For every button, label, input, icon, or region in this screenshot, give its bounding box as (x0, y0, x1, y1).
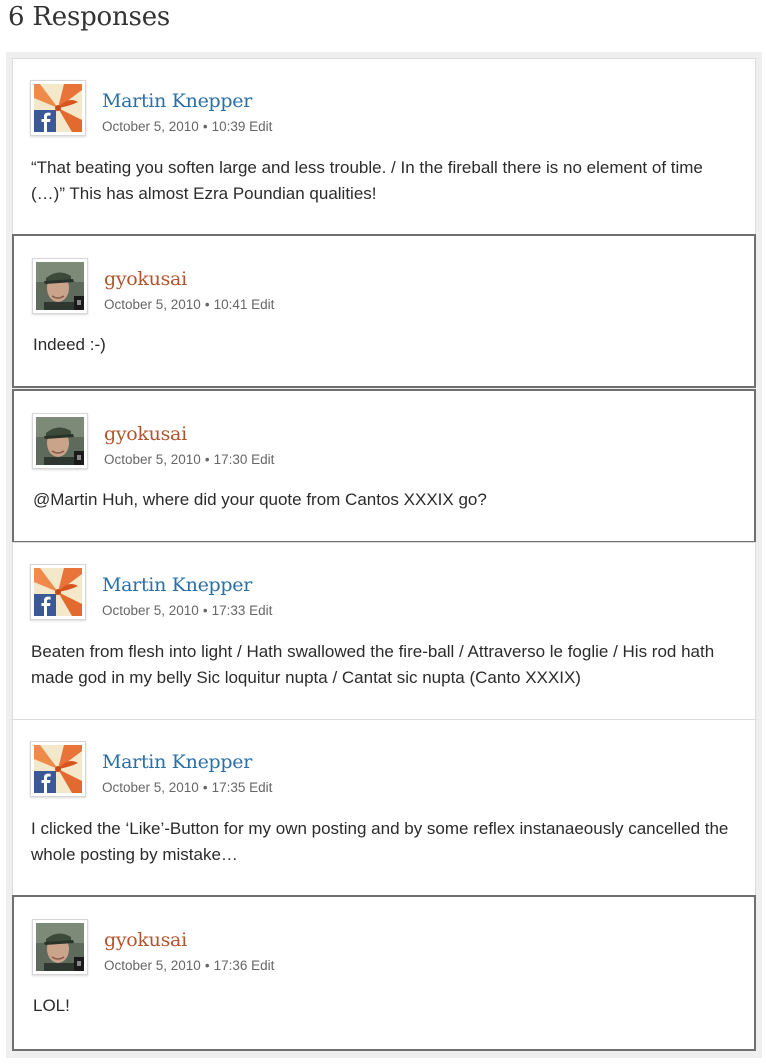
comment-text: I clicked the ‘Like’-Button for my own p… (31, 819, 729, 864)
comment-time-link[interactable]: 10:39 (212, 119, 246, 134)
comment-author-link[interactable]: Martin Knepper (102, 751, 252, 773)
comment-item: gyokusai October 5, 2010 • 17:30 Edit @Mar… (12, 389, 756, 543)
comment-text: @Martin Huh, where did your quote from C… (33, 490, 487, 509)
comment-list: Martin Knepper October 5, 2010 • 10:39 Edi… (6, 52, 762, 1058)
comment-item: gyokusai October 5, 2010 • 10:41 Edit Inde… (12, 234, 756, 388)
facebook-avatar-icon[interactable] (30, 80, 86, 136)
comment-date-link[interactable]: October 5, 2010 (102, 603, 199, 618)
meta-separator: • (204, 958, 210, 973)
comment-time-link[interactable]: 17:36 (214, 958, 248, 973)
comment-time-link[interactable]: 17:30 (214, 452, 248, 467)
comment-date-link[interactable]: October 5, 2010 (102, 780, 199, 795)
comment-item: Martin Knepper October 5, 2010 • 17:35 Edi… (12, 719, 756, 896)
edit-link[interactable]: Edit (249, 603, 272, 618)
comment-date-link[interactable]: October 5, 2010 (102, 119, 199, 134)
comment-author-link[interactable]: Martin Knepper (102, 90, 252, 112)
photo-avatar-icon[interactable] (32, 919, 88, 975)
edit-link[interactable]: Edit (251, 297, 274, 312)
comment-meta: October 5, 2010 • 17:36 Edit (104, 958, 274, 973)
edit-link[interactable]: Edit (251, 958, 274, 973)
comment-author-link[interactable]: Martin Knepper (102, 574, 252, 596)
comment-meta: October 5, 2010 • 10:39 Edit (102, 119, 272, 134)
comment-item: gyokusai October 5, 2010 • 17:36 Edit LOL! (12, 895, 756, 1051)
meta-separator: • (204, 297, 210, 312)
comment-meta: October 5, 2010 • 10:41 Edit (104, 297, 274, 312)
comment-meta: October 5, 2010 • 17:30 Edit (104, 452, 274, 467)
responses-heading: 6 Responses (8, 2, 171, 32)
facebook-avatar-icon[interactable] (30, 564, 86, 620)
comment-text: Indeed :-) (33, 335, 106, 354)
comment-time-link[interactable]: 10:41 (214, 297, 248, 312)
comment-text: Beaten from flesh into light / Hath swal… (31, 642, 715, 687)
comment-author-link[interactable]: gyokusai (104, 423, 187, 445)
facebook-avatar-icon[interactable] (30, 741, 86, 797)
edit-link[interactable]: Edit (249, 119, 272, 134)
comment-text: “That beating you soften large and less … (31, 158, 703, 203)
meta-separator: • (204, 452, 210, 467)
comment-item: Martin Knepper October 5, 2010 • 17:33 Edi… (12, 542, 756, 720)
photo-avatar-icon[interactable] (32, 258, 88, 314)
comment-time-link[interactable]: 17:33 (212, 603, 246, 618)
comment-date-link[interactable]: October 5, 2010 (104, 297, 201, 312)
comment-time-link[interactable]: 17:35 (212, 780, 246, 795)
edit-link[interactable]: Edit (249, 780, 272, 795)
comment-date-link[interactable]: October 5, 2010 (104, 452, 201, 467)
comment-author-link[interactable]: gyokusai (104, 268, 187, 290)
comment-meta: October 5, 2010 • 17:35 Edit (102, 780, 272, 795)
edit-link[interactable]: Edit (251, 452, 274, 467)
comment-item: Martin Knepper October 5, 2010 • 10:39 Edi… (12, 58, 756, 235)
meta-separator: • (202, 119, 208, 134)
comment-text: LOL! (33, 996, 70, 1015)
photo-avatar-icon[interactable] (32, 413, 88, 469)
meta-separator: • (202, 603, 208, 618)
meta-separator: • (202, 780, 208, 795)
comment-date-link[interactable]: October 5, 2010 (104, 958, 201, 973)
comment-meta: October 5, 2010 • 17:33 Edit (102, 603, 272, 618)
comment-author-link[interactable]: gyokusai (104, 929, 187, 951)
